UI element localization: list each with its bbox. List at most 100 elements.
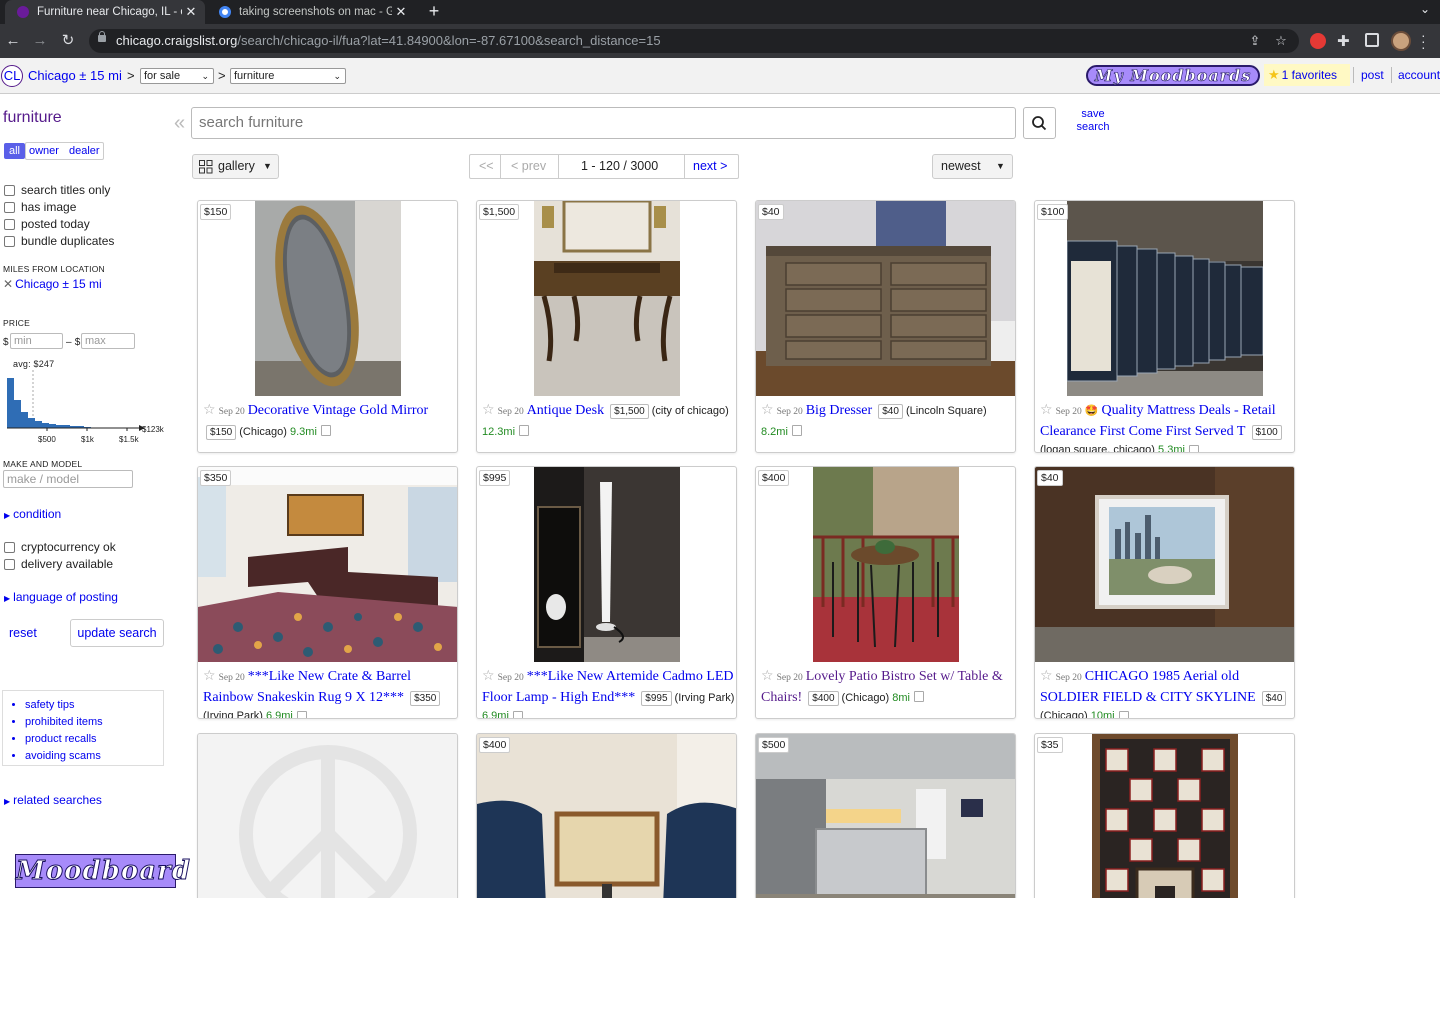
listing-title[interactable]: Antique Desk — [527, 403, 604, 418]
hide-listing-icon[interactable] — [519, 425, 530, 436]
listing-card[interactable]: $500 — [755, 733, 1016, 898]
listing-image[interactable] — [534, 201, 680, 396]
listing-location: (Lincoln Square) — [905, 405, 987, 417]
hide-listing-icon[interactable] — [512, 711, 523, 718]
listing-distance: 6.9mi — [482, 710, 509, 719]
favorite-star-icon[interactable]: ☆ — [1040, 667, 1053, 683]
listing-image[interactable] — [1092, 734, 1238, 898]
favorite-star-icon[interactable]: ☆ — [482, 667, 495, 683]
results-gallery: $150 ☆ Sep 20 Decorative Vintage Gold Mirr… — [0, 0, 1440, 898]
listing-price: $40 — [1261, 691, 1287, 706]
listing-distance: 12.3mi — [482, 426, 516, 438]
booth-photo — [477, 734, 736, 898]
listing-card[interactable]: $995 ☆ Sep 20 ***Like New Artemide Cadmo L… — [476, 466, 737, 719]
framed-print-photo — [1035, 467, 1294, 662]
listing-price: $350 — [410, 691, 441, 706]
listing-title[interactable]: Decorative Vintage Gold Mirror — [248, 403, 428, 418]
favorite-star-icon[interactable]: ☆ — [203, 667, 216, 683]
listing-location: (Irving Park) — [203, 710, 263, 719]
listing-distance: 5.3mi — [1158, 444, 1185, 453]
listing-meta: ☆ Sep 20 Decorative Vintage Gold Mirror $1… — [203, 399, 457, 442]
listing-location: (Chicago) — [1040, 710, 1088, 719]
office-photo — [756, 734, 1015, 898]
post-date: Sep 20 — [218, 407, 245, 417]
listing-location: (Chicago) — [239, 426, 287, 438]
listing-meta: ☆ Sep 20 ***Like New Artemide Cadmo LED Fl… — [482, 665, 736, 719]
listing-image[interactable] — [477, 734, 736, 898]
price-tag: $400 — [758, 470, 790, 486]
listing-price: $400 — [808, 691, 839, 706]
post-date: Sep 20 — [497, 673, 524, 683]
listing-image[interactable] — [1035, 467, 1294, 662]
favorite-star-icon[interactable]: ☆ — [482, 401, 495, 417]
listing-price: $1,500 — [610, 404, 649, 419]
price-tag: $35 — [1037, 737, 1063, 753]
listing-distance: 9.3mi — [290, 426, 317, 438]
post-date: Sep 20 — [1055, 407, 1082, 417]
listing-card[interactable]: $40 ☆ Sep 20 Big Dresser $40 (Lincoln Squar… — [755, 200, 1016, 453]
listing-card[interactable]: $150 ☆ Sep 20 Decorative Vintage Gold Mirr… — [197, 200, 458, 453]
listing-distance: 10mi — [1090, 710, 1115, 719]
favorite-star-icon[interactable]: ☆ — [761, 667, 774, 683]
hide-listing-icon[interactable] — [296, 711, 307, 718]
listing-meta: ☆ Sep 20 🤩 Quality Mattress Deals - Retail… — [1040, 399, 1294, 453]
peace-sign-icon — [198, 734, 457, 898]
listing-meta: ☆ Sep 20 Antique Desk $1,500 (city of chica… — [482, 399, 736, 442]
listing-meta: ☆ Sep 20 CHICAGO 1985 Aerial old SOLDIER F… — [1040, 665, 1294, 719]
listing-image[interactable] — [1067, 201, 1263, 396]
post-date: Sep 20 — [776, 673, 803, 683]
listing-meta: ☆ Sep 20 Lovely Patio Bistro Set w/ Table … — [761, 665, 1015, 708]
listing-image[interactable] — [813, 467, 959, 662]
post-date: Sep 20 — [776, 407, 803, 417]
listing-price: $40 — [878, 404, 903, 419]
post-date: Sep 20 — [1055, 673, 1082, 683]
listing-card[interactable]: $400 ☆ Sep 20 Lovely Patio Bistro Set w/ T… — [755, 466, 1016, 719]
listing-card[interactable]: $350 ☆ Sep 20 ***Like New Crate & Barrel R… — [197, 466, 458, 719]
price-tag: $40 — [1037, 470, 1063, 486]
listing-location: (Irving Park) — [674, 692, 735, 704]
listing-card[interactable]: $40 ☆ Sep 20 CHICAGO 1985 Aerial old SOLDI… — [1034, 466, 1295, 719]
listing-meta: ☆ Sep 20 Big Dresser $40 (Lincoln Square) 8… — [761, 399, 1015, 442]
listing-location: (Chicago) — [841, 692, 890, 704]
hide-listing-icon[interactable] — [320, 425, 331, 436]
favorite-star-icon[interactable]: ☆ — [203, 401, 216, 417]
post-date: Sep 20 — [218, 673, 245, 683]
favorite-star-icon[interactable]: ☆ — [1040, 401, 1053, 417]
listing-price: $100 — [1251, 425, 1282, 440]
listing-image-placeholder[interactable] — [198, 734, 457, 898]
listing-card[interactable] — [197, 733, 458, 898]
desk-photo — [534, 201, 680, 396]
mirror-photo — [255, 201, 401, 396]
listing-card[interactable]: $400 — [476, 733, 737, 898]
price-tag: $400 — [479, 737, 511, 753]
listing-card[interactable]: $1,500 ☆ Sep 20 Antique Desk $1,500 (city o… — [476, 200, 737, 453]
listing-card[interactable]: $35 — [1034, 733, 1295, 898]
listing-price: $150 — [206, 425, 237, 440]
listing-image[interactable] — [198, 467, 457, 662]
listing-image[interactable] — [534, 467, 680, 662]
favorite-star-icon[interactable]: ☆ — [761, 401, 774, 417]
listing-distance: 6.9mi — [265, 710, 293, 719]
listing-location: (logan square, chicago) — [1040, 444, 1155, 453]
hide-listing-icon[interactable] — [914, 691, 925, 702]
listing-image[interactable] — [756, 734, 1015, 898]
price-tag: $100 — [1037, 204, 1069, 220]
listing-card[interactable]: $100 ☆ Sep 20 🤩 Quality Mattress Deals - R… — [1034, 200, 1295, 453]
listing-image[interactable] — [756, 201, 1015, 396]
post-date: Sep 20 — [497, 407, 524, 417]
patio-photo — [813, 467, 959, 662]
area-rug-photo — [1092, 734, 1238, 898]
lamp-photo — [534, 467, 680, 662]
listing-image[interactable] — [255, 201, 401, 396]
hide-listing-icon[interactable] — [791, 425, 802, 436]
price-tag: $150 — [200, 204, 232, 220]
price-tag: $500 — [758, 737, 790, 753]
listing-title[interactable]: Big Dresser — [806, 403, 873, 418]
hide-listing-icon[interactable] — [1188, 445, 1199, 452]
listing-price: $995 — [641, 691, 672, 706]
listing-distance: 8.2mi — [761, 426, 788, 438]
listing-location: (city of chicago) — [651, 405, 729, 417]
price-tag: $1,500 — [479, 204, 520, 220]
mattress-photo — [1067, 201, 1263, 396]
hide-listing-icon[interactable] — [1118, 711, 1129, 718]
